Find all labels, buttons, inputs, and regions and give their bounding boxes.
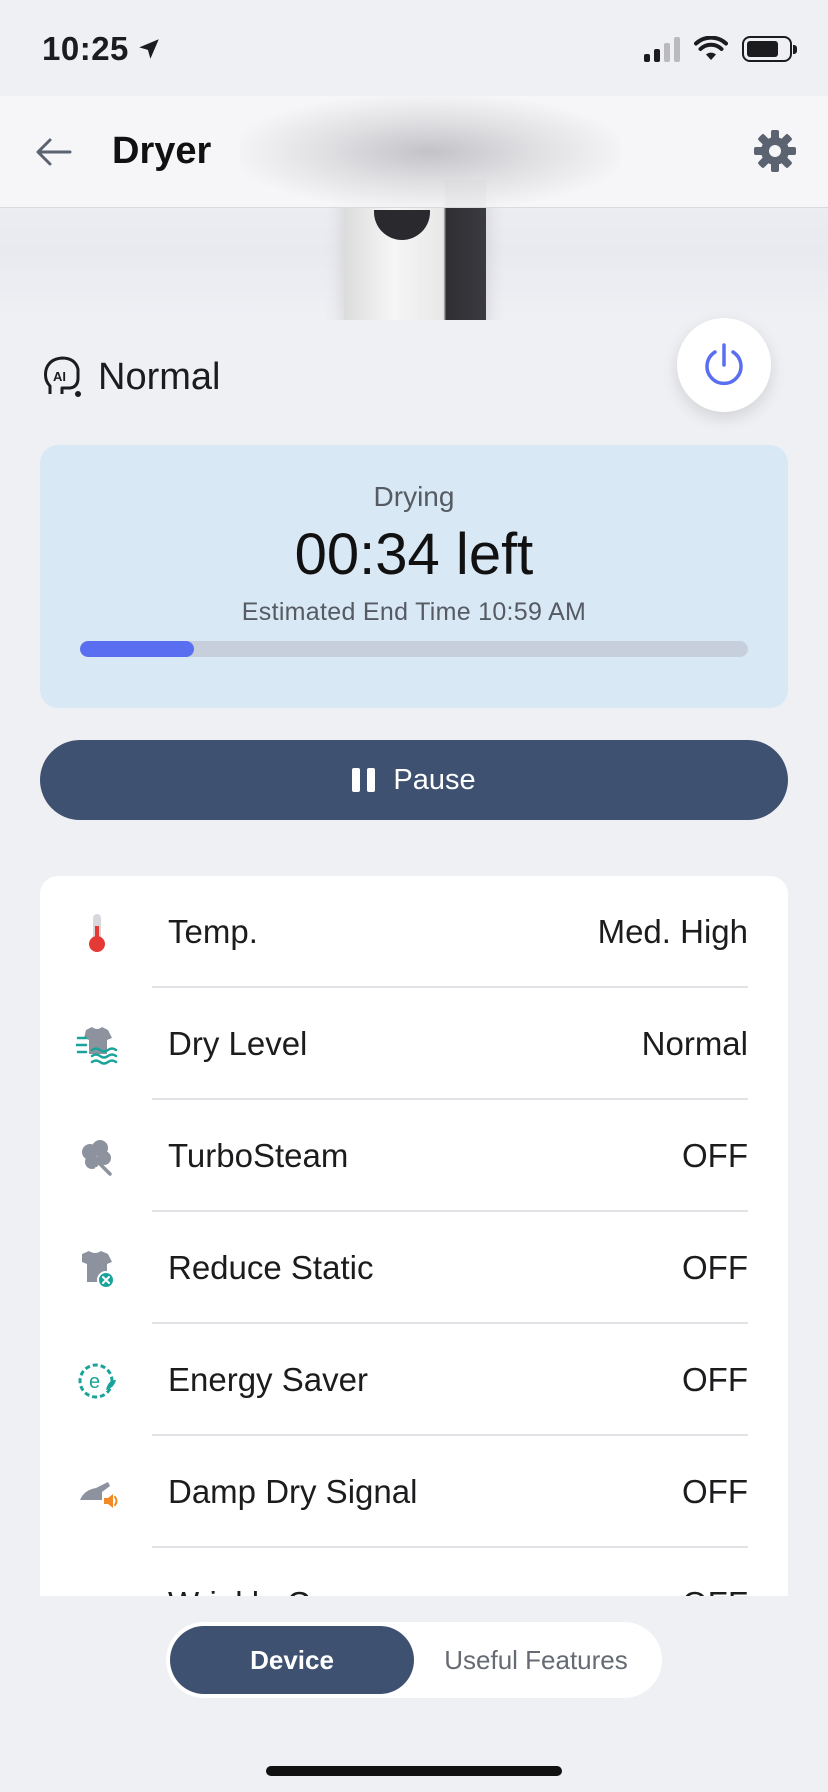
cellular-signal-icon [644, 36, 680, 62]
progress-bar [80, 641, 748, 657]
setting-name: Reduce Static [168, 1249, 374, 1286]
damp-dry-signal-icon [80, 1482, 118, 1508]
setting-row-reduce-static[interactable]: Reduce Static OFF [40, 1212, 788, 1324]
setting-name: Energy Saver [168, 1361, 368, 1398]
dry-level-icon [76, 1027, 118, 1065]
cycle-state: Drying [373, 481, 455, 512]
status-time: 10:25 [42, 30, 129, 67]
setting-value: OFF [682, 1361, 748, 1398]
svg-text:e: e [89, 1371, 100, 1393]
turbosteam-icon [82, 1140, 112, 1177]
location-arrow-icon [139, 39, 159, 59]
setting-row-temp[interactable]: Temp. Med. High [40, 876, 788, 988]
estimated-end-time: Estimated End Time 10:59 AM [241, 598, 587, 626]
tab-device[interactable]: Device [170, 1626, 414, 1694]
setting-name: Temp. [168, 913, 258, 950]
pause-label: Pause [393, 763, 476, 796]
bottom-tab-bar: Device Useful Features [0, 1596, 828, 1792]
gear-icon[interactable] [752, 128, 798, 174]
setting-row-turbosteam[interactable]: TurboSteam OFF [40, 1100, 788, 1212]
navigation-header: Dryer [0, 96, 828, 208]
setting-value: Med. High [597, 913, 748, 950]
setting-row-dry-level[interactable]: Dry Level Normal [40, 988, 788, 1100]
setting-row-damp-dry-signal[interactable]: Damp Dry Signal OFF [40, 1436, 788, 1548]
segmented-control: Device Useful Features [166, 1622, 662, 1698]
status-bar: 10:25 [0, 0, 828, 96]
pause-icon [352, 768, 376, 792]
thermometer-icon [89, 914, 105, 952]
wrinkle-care-icon [76, 1584, 118, 1596]
setting-value: OFF [682, 1473, 748, 1510]
progress-fill [80, 641, 194, 657]
pause-button[interactable]: Pause [40, 740, 788, 820]
tab-useful-features[interactable]: Useful Features [414, 1626, 658, 1694]
home-indicator [266, 1766, 562, 1776]
power-button[interactable] [677, 318, 771, 412]
setting-name: Wrinkle Care [168, 1585, 358, 1596]
battery-icon [742, 36, 797, 62]
mode-label: Normal [98, 355, 221, 398]
setting-name: TurboSteam [168, 1137, 349, 1174]
course-mode: AI Normal [40, 354, 220, 400]
setting-value: OFF [682, 1137, 748, 1174]
reduce-static-icon [82, 1251, 115, 1289]
setting-name: Dry Level [168, 1025, 308, 1062]
ai-icon: AI [44, 356, 81, 397]
setting-value: Normal [641, 1025, 748, 1062]
setting-value: OFF [682, 1585, 748, 1596]
back-arrow-icon[interactable] [32, 130, 76, 174]
setting-row-wrinkle-care[interactable]: Wrinkle Care OFF [40, 1548, 788, 1596]
energy-saver-icon: e [78, 1363, 116, 1399]
settings-list: Temp. Med. High Dry Level Normal TurboSt… [40, 876, 788, 1596]
wifi-icon [694, 36, 728, 60]
setting-value: OFF [682, 1249, 748, 1286]
svg-text:AI: AI [53, 369, 66, 384]
time-remaining: 00:34 left [294, 522, 534, 587]
page-title: Dryer [112, 130, 212, 172]
setting-name: Damp Dry Signal [168, 1473, 418, 1510]
cycle-status-card: Drying 00:34 left Estimated End Time 10:… [40, 445, 788, 708]
status-indicators [644, 36, 797, 62]
power-icon [705, 343, 743, 386]
setting-row-energy-saver[interactable]: e Energy Saver OFF [40, 1324, 788, 1436]
